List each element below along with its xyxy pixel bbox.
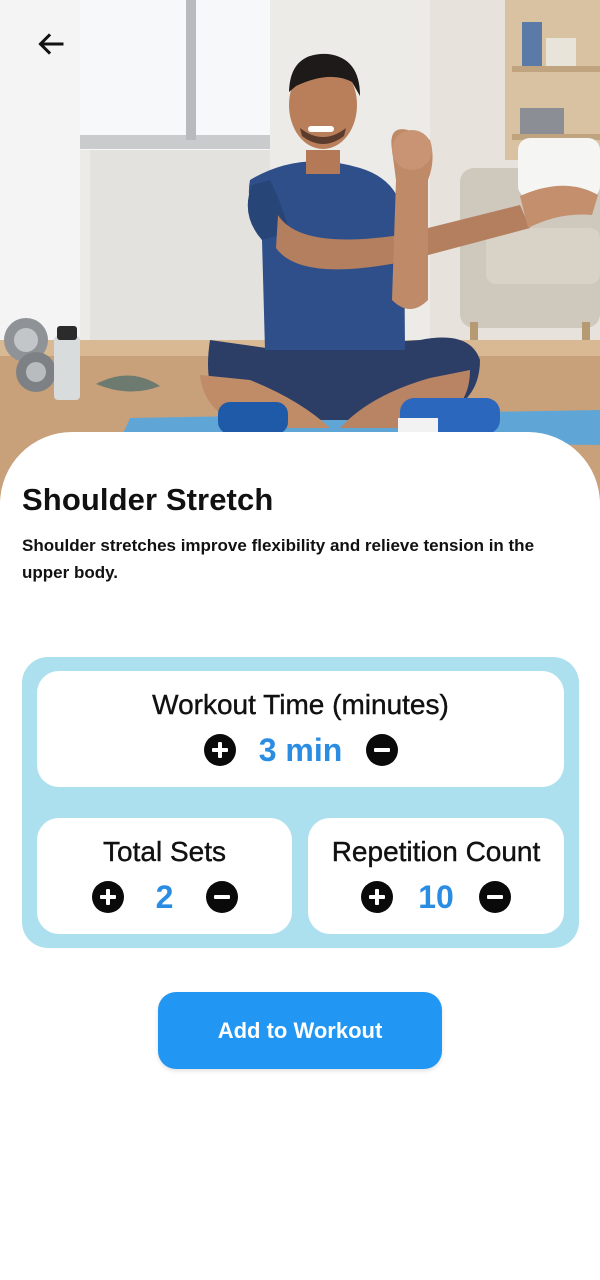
workout-time-label: Workout Time (minutes) — [152, 689, 449, 720]
exercise-detail-screen: Shoulder Stretch Shoulder stretches impr… — [0, 0, 600, 1280]
total-sets-label: Total Sets — [103, 836, 226, 867]
stretching-man-illustration — [0, 0, 600, 500]
add-to-workout-button[interactable]: Add to Workout — [158, 992, 442, 1069]
plus-circle-icon[interactable] — [203, 734, 236, 766]
minus-circle-icon[interactable] — [365, 734, 398, 766]
repetition-count-value: 10 — [418, 878, 454, 915]
total-sets-card: Total Sets 2 — [37, 818, 292, 934]
total-sets-stepper: 2 — [37, 878, 292, 915]
workout-time-value: 3 min — [258, 731, 343, 768]
repetition-count-stepper: 10 — [308, 878, 564, 915]
workout-settings-panel: Workout Time (minutes) 3 min Total Sets … — [22, 657, 579, 948]
plus-circle-icon[interactable] — [361, 881, 393, 913]
workout-time-card: Workout Time (minutes) 3 min — [37, 671, 564, 787]
exercise-title: Shoulder Stretch — [22, 482, 274, 517]
arrow-left-icon — [38, 33, 64, 55]
workout-time-stepper: 3 min — [37, 731, 564, 768]
exercise-description: Shoulder stretches improve flexibility a… — [22, 536, 535, 582]
repetition-count-card: Repetition Count 10 — [308, 818, 564, 934]
repetition-count-label: Repetition Count — [331, 836, 541, 867]
minus-circle-icon[interactable] — [479, 881, 511, 913]
total-sets-value: 2 — [155, 878, 174, 915]
minus-circle-icon[interactable] — [205, 881, 238, 913]
plus-circle-icon[interactable] — [91, 881, 124, 913]
back-button[interactable] — [26, 26, 76, 62]
hero-image — [0, 0, 600, 500]
